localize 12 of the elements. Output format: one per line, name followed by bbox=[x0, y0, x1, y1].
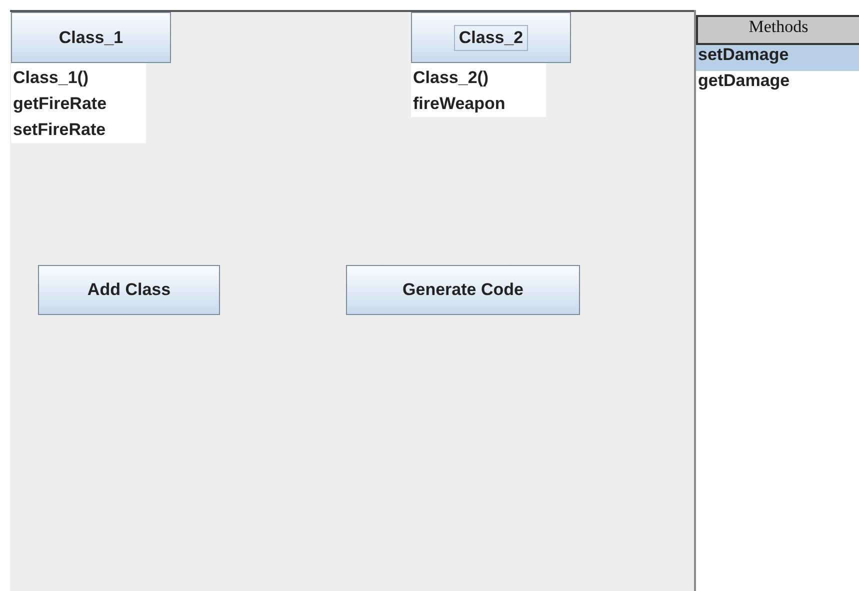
method-item[interactable]: getFireRate bbox=[11, 91, 146, 117]
action-button[interactable]: Add Class bbox=[38, 265, 220, 315]
list-row[interactable]: setDamage bbox=[696, 45, 859, 71]
method-item[interactable]: setFireRate bbox=[11, 117, 146, 143]
class-button[interactable]: Class_2 bbox=[411, 12, 571, 63]
method-item[interactable]: Class_2() bbox=[411, 65, 546, 91]
class-button[interactable]: Class_1 bbox=[11, 12, 171, 63]
column-header: Methods bbox=[696, 15, 859, 45]
method-item[interactable]: fireWeapon bbox=[411, 91, 546, 117]
action-button[interactable]: Generate Code bbox=[346, 265, 580, 315]
method-item[interactable]: Class_1() bbox=[11, 65, 146, 91]
list-row[interactable]: getDamage bbox=[696, 71, 859, 97]
